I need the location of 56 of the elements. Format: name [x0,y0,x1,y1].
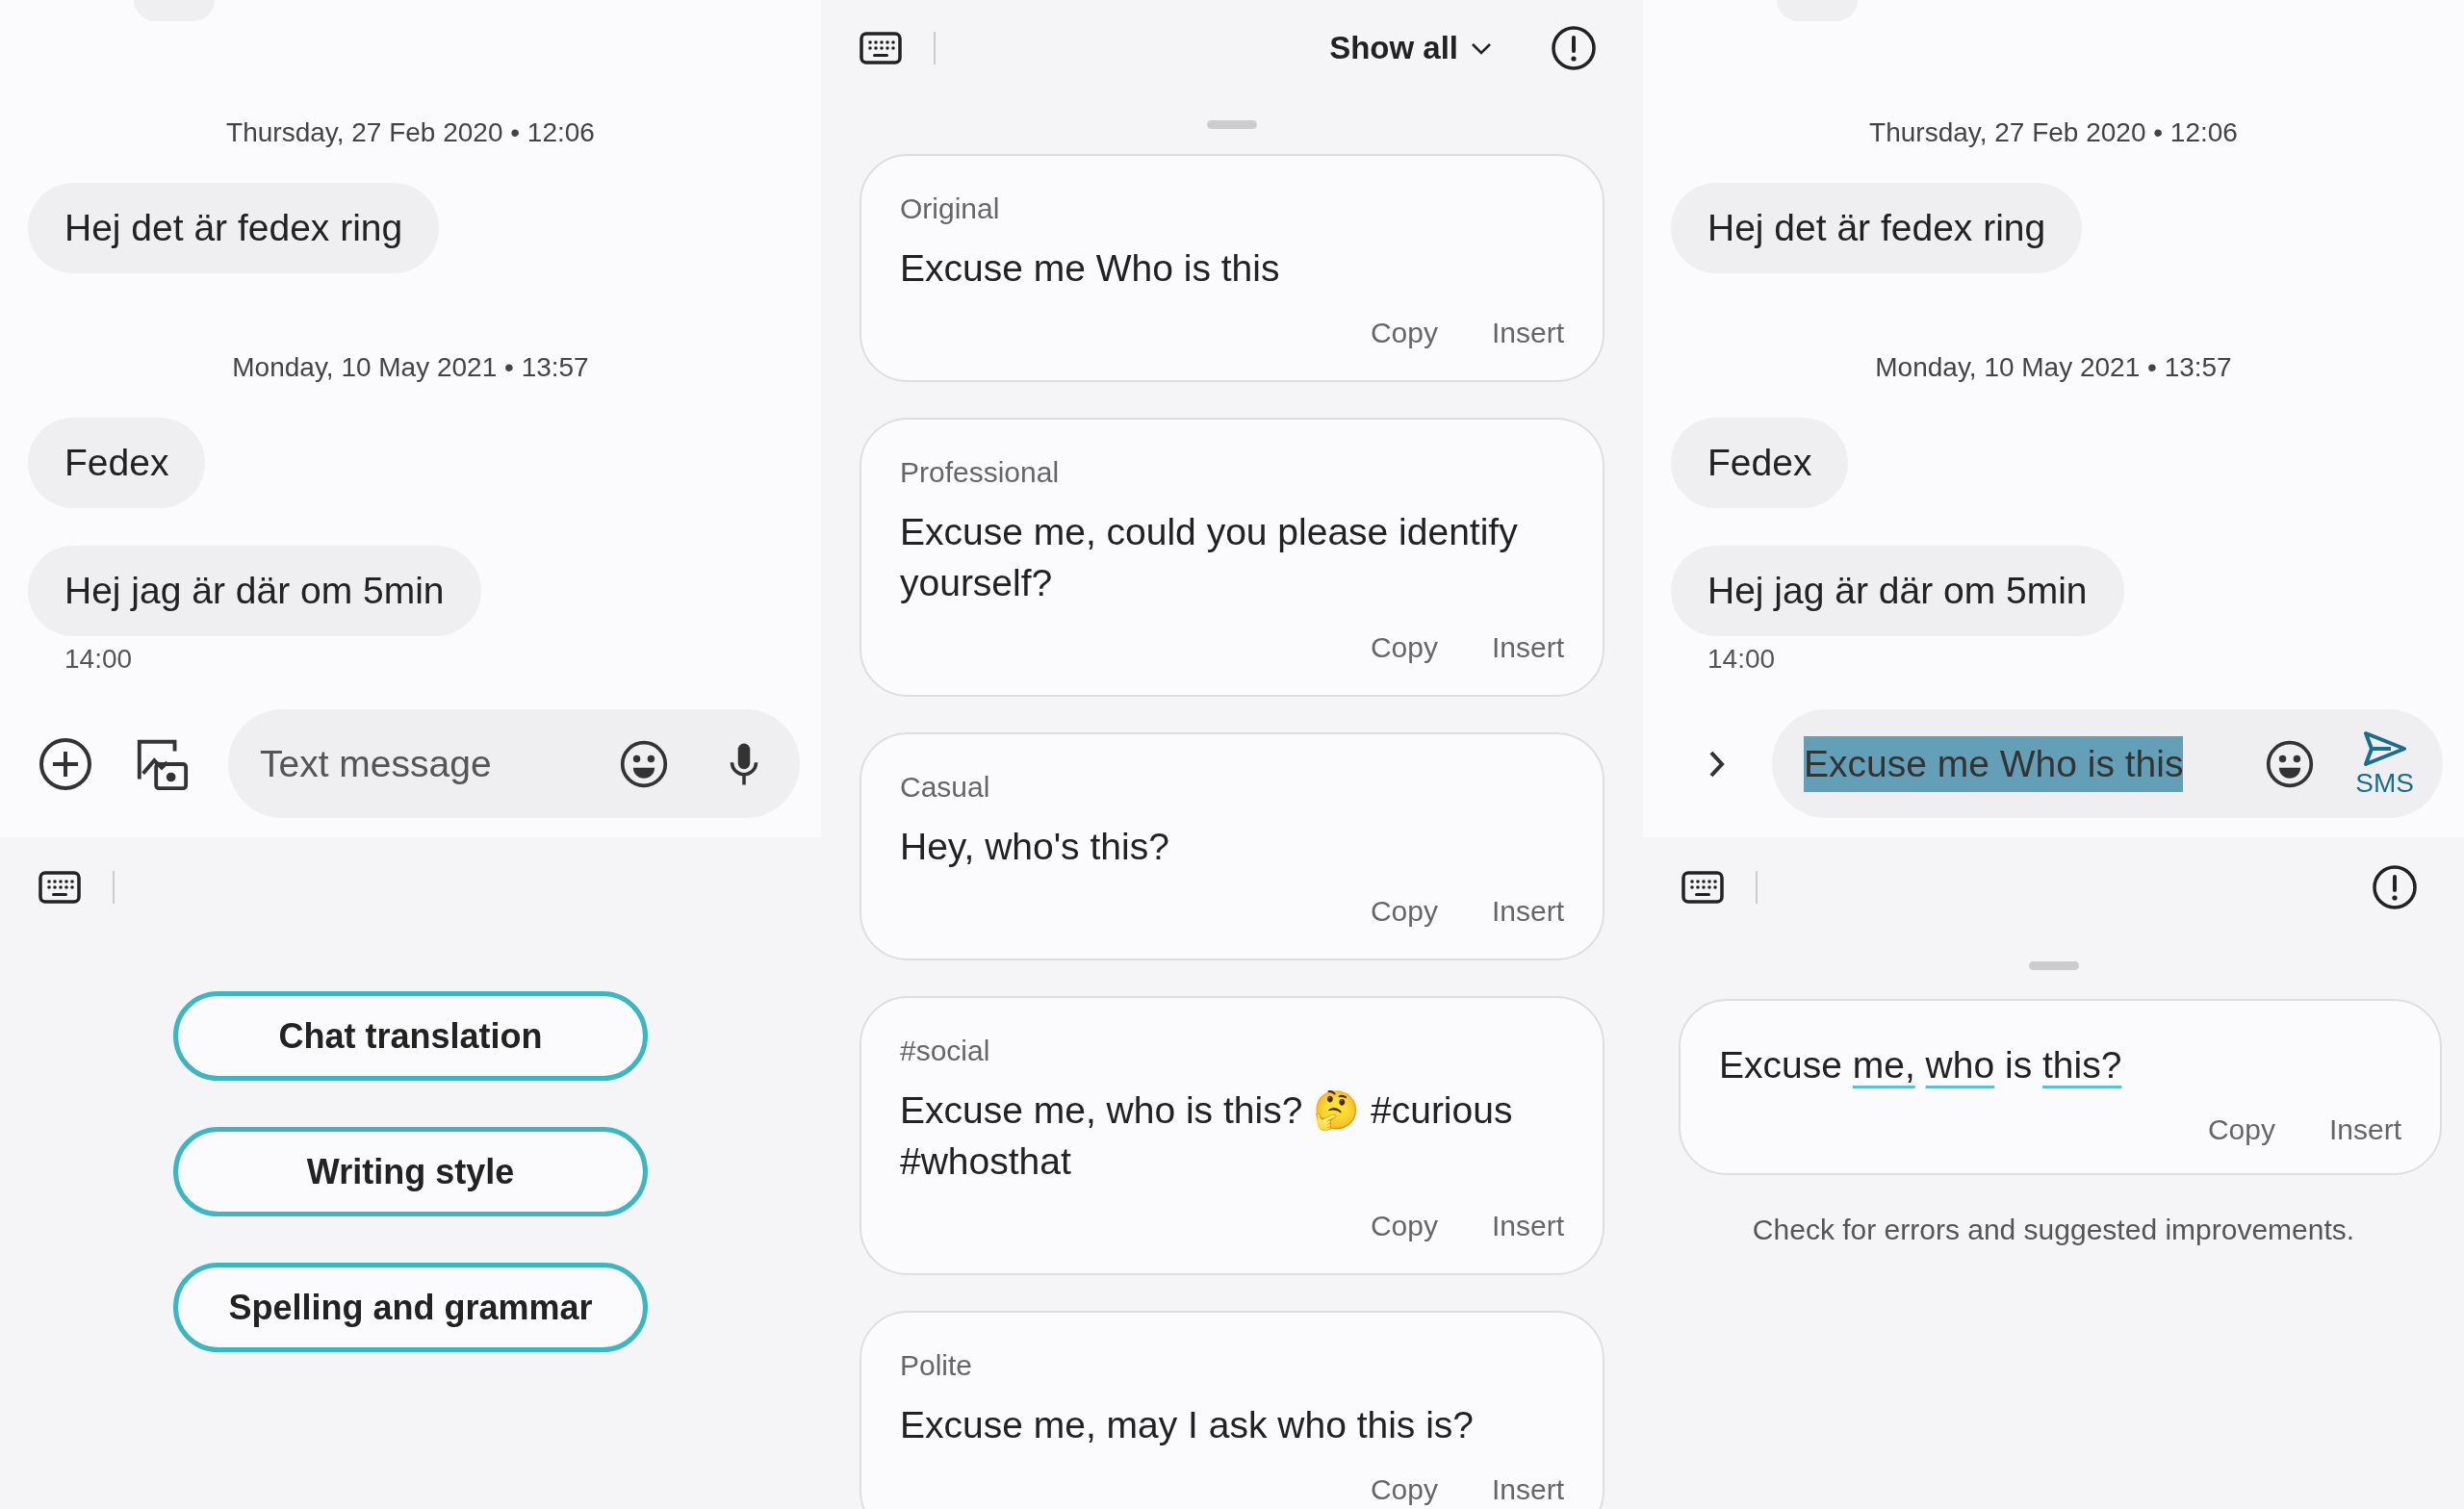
message-bubble: Hej jag är där om 5min [1671,546,2124,636]
caption-text: Check for errors and suggested improvements. [1751,1214,2356,1246]
keyboard-icon[interactable] [1681,871,1724,904]
assist-option-button[interactable]: Spelling and grammar [173,1263,648,1352]
message-text[interactable]: Excuse me Who is this [1804,735,2184,792]
show-all-dropdown[interactable]: Show all [1329,30,1493,66]
card-action-button[interactable]: Copy [1370,895,1438,928]
message-bubble: Hej jag är där om 5min [28,546,481,636]
message-bubble: Fedex [1671,418,1849,508]
emoji-icon[interactable] [619,738,669,789]
style-label: Professional [900,456,1061,489]
keyboard-icon[interactable] [38,871,81,904]
card-action-button[interactable]: Insert [1491,895,1564,928]
drag-handle[interactable] [1207,120,1257,129]
suggestion-text: Excuse me, who is this? 🤔 #curious #whosthat [900,1088,1514,1184]
card-action-button[interactable]: Copy [2207,1113,2275,1146]
style-label: #social [900,1035,991,1067]
style-label: Original [900,192,1001,225]
message-field[interactable]: Excuse me Who is this SMS [1772,709,2443,818]
date-divider: Thursday, 27 Feb 2020 • 12:06 [225,116,596,149]
info-icon[interactable] [2372,864,2418,910]
drag-handle[interactable] [2028,961,2079,970]
send-icon [2361,729,2408,768]
assist-option-button[interactable]: Chat translation [173,991,648,1081]
card-action-button[interactable]: Insert [2328,1113,2401,1146]
suggestion-text: Excuse me Who is this [900,246,1281,291]
suggestion-text: Hey, who's this? [900,825,1170,869]
date-divider: Monday, 10 May 2021 • 13:57 [1874,351,2233,384]
corrected-text: Excuse me, who is this? [1719,1043,2123,1087]
send-sms-button[interactable]: SMS [2355,729,2414,799]
style-label: Casual [900,771,991,804]
assist-option-button[interactable]: Writing style [173,1127,648,1216]
card-action-button[interactable]: Insert [1491,631,1564,664]
card-action-button[interactable]: Insert [1491,317,1564,349]
message-time: 14:00 [1707,644,1776,675]
card-action-button[interactable]: Copy [1370,631,1438,664]
message-bubble: Fedex [28,418,206,508]
date-divider: Thursday, 27 Feb 2020 • 12:06 [1868,116,2239,149]
card-action-button[interactable]: Copy [1370,1473,1438,1506]
style-label: Polite [900,1349,974,1382]
message-time: 14:00 [64,644,133,675]
card-action-button[interactable]: Insert [1491,1210,1564,1242]
message-bubble: Hej det är fedex ring [1671,183,2083,273]
date-divider: Monday, 10 May 2021 • 13:57 [231,351,590,384]
card-action-button[interactable]: Insert [1491,1473,1564,1506]
info-icon[interactable] [1551,25,1597,71]
add-icon[interactable] [38,736,92,791]
chevron-down-icon [1470,40,1493,56]
card-action-button[interactable]: Copy [1370,1210,1438,1242]
card-action-button[interactable]: Copy [1370,317,1438,349]
text-message-field[interactable]: Text message [260,742,619,785]
suggestion-text: Excuse me, may I ask who this is? [900,1403,1476,1447]
message-bubble: Hej det är fedex ring [28,183,440,273]
keyboard-icon[interactable] [860,32,902,64]
emoji-icon[interactable] [2265,738,2316,789]
suggestion-text: Excuse me, could you please identify yourself? [900,510,1519,605]
